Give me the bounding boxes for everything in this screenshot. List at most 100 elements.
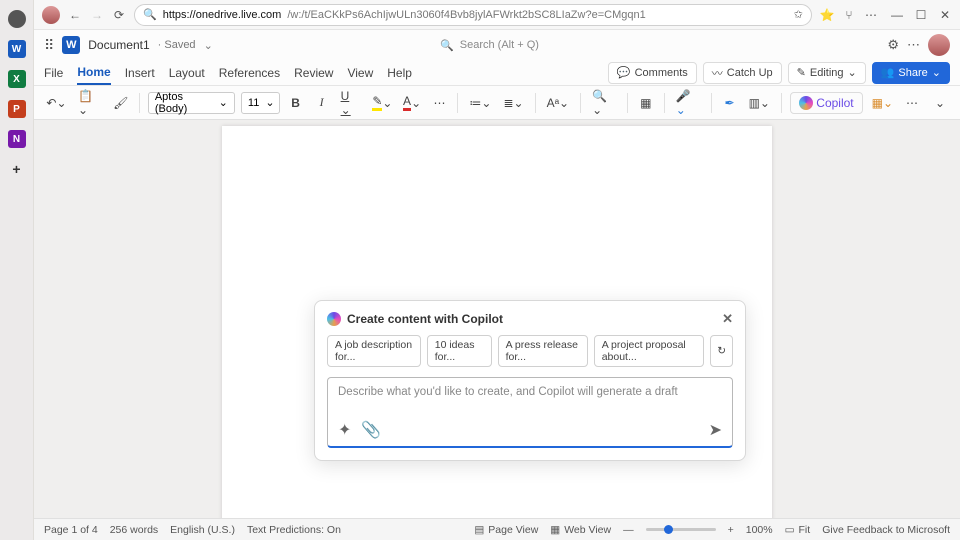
underline-button[interactable]: U ⌄	[338, 92, 364, 114]
comments-button[interactable]: 💬 Comments	[608, 62, 697, 84]
tab-review[interactable]: Review	[294, 62, 333, 84]
web-view-button[interactable]: ▦ Web View	[550, 524, 611, 536]
font-more-icon[interactable]: ⋯	[429, 92, 449, 114]
forward-icon: →	[90, 8, 104, 22]
copilot-icon	[327, 312, 341, 326]
feedback-link[interactable]: Give Feedback to Microsoft	[822, 524, 950, 536]
url-path: /w:/t/EaCKkPs6AchIjwULn3060f4Bvb8jylAFWr…	[287, 9, 645, 21]
send-icon[interactable]: ➤	[709, 420, 722, 440]
excel-rail-icon[interactable]: X	[8, 70, 26, 88]
onenote-rail-icon[interactable]: N	[8, 130, 26, 148]
catch-up-button[interactable]: 〰 Catch Up	[703, 62, 782, 84]
save-state[interactable]: · Saved	[158, 39, 196, 51]
collections-icon[interactable]: ⑂	[842, 8, 856, 22]
font-name-select[interactable]: Aptos (Body)⌄	[148, 92, 235, 114]
document-canvas: Create content with Copilot ✕ A job desc…	[34, 120, 960, 518]
attach-icon[interactable]: 📎	[361, 420, 381, 440]
collapse-ribbon-icon[interactable]: ⌄	[930, 92, 950, 114]
settings-gear-icon[interactable]: ⚙	[887, 37, 899, 53]
search-placeholder: Search (Alt + Q)	[460, 39, 539, 51]
main-window: ← → ⟳ 🔍 https://onedrive.live.com/w:/t/E…	[34, 0, 960, 540]
bullets-button[interactable]: ≔⌄	[466, 92, 494, 114]
search-icon: 🔍	[440, 39, 454, 52]
zoom-slider[interactable]	[646, 528, 716, 531]
refresh-icon[interactable]: ⟳	[112, 8, 126, 22]
word-rail-icon[interactable]: W	[8, 40, 26, 58]
title-chevron-icon[interactable]: ⌄	[204, 39, 213, 52]
bold-button[interactable]: B	[286, 92, 306, 114]
window-maximize-icon[interactable]: ☐	[914, 8, 928, 22]
suggestion-chip[interactable]: 10 ideas for...	[427, 335, 492, 367]
account-avatar-icon[interactable]	[928, 34, 950, 56]
tab-view[interactable]: View	[347, 62, 373, 84]
document-title[interactable]: Document1	[88, 38, 149, 52]
editor-button[interactable]: ✒	[720, 92, 740, 114]
find-button[interactable]: 🔍⌄	[589, 92, 619, 114]
tab-insert[interactable]: Insert	[125, 62, 155, 84]
copilot-popup-title: Create content with Copilot	[347, 312, 503, 326]
zoom-level[interactable]: 100%	[746, 524, 773, 536]
window-close-icon[interactable]: ✕	[938, 8, 952, 22]
address-bar[interactable]: 🔍 https://onedrive.live.com/w:/t/EaCKkPs…	[134, 4, 812, 26]
status-bar: Page 1 of 4 256 words English (U.S.) Tex…	[34, 518, 960, 540]
header-more-icon[interactable]: ⋯	[907, 37, 920, 53]
word-logo-icon: W	[62, 36, 80, 54]
page-count[interactable]: Page 1 of 4	[44, 524, 98, 536]
copilot-icon	[799, 96, 813, 110]
styles-button[interactable]: Aᵃ⌄	[544, 92, 573, 114]
lock-icon: 🔍	[143, 8, 157, 21]
addins-button[interactable]: ▥⌄	[746, 92, 773, 114]
refresh-suggestions-icon[interactable]: ↻	[710, 335, 733, 367]
favorite-icon[interactable]: ⭐	[820, 8, 834, 22]
language-status[interactable]: English (U.S.)	[170, 524, 235, 536]
powerpoint-rail-icon[interactable]: P	[8, 100, 26, 118]
close-icon[interactable]: ✕	[722, 311, 733, 327]
add-app-icon[interactable]: +	[8, 160, 26, 178]
tab-layout[interactable]: Layout	[169, 62, 205, 84]
page-view-button[interactable]: ▤ Page View	[474, 524, 538, 536]
reader-icon[interactable]: ✩	[794, 8, 803, 21]
profile-avatar-icon[interactable]	[42, 6, 60, 24]
app-launcher-icon[interactable]: ⠿	[44, 37, 54, 54]
copilot-prompt-box[interactable]: Describe what you'd like to create, and …	[327, 377, 733, 448]
ribbon-tabs: File Home Insert Layout References Revie…	[34, 60, 960, 86]
zoom-in-icon[interactable]: +	[728, 524, 734, 536]
ribbon-toolbar: ↶⌄ 📋⌄ 🖌 Aptos (Body)⌄ 11⌄ B I U ⌄ ✎⌄ A⌄ …	[34, 86, 960, 120]
edge-icon[interactable]	[8, 10, 26, 28]
tab-file[interactable]: File	[44, 62, 63, 84]
share-button[interactable]: 👥 Share ⌄	[872, 62, 950, 84]
fit-button[interactable]: ▭ Fit	[785, 524, 811, 536]
italic-button[interactable]: I	[312, 92, 332, 114]
dictate-button[interactable]: 🎤⌄	[673, 92, 703, 114]
highlight-button[interactable]: ✎⌄	[370, 92, 395, 114]
copilot-draft-popup: Create content with Copilot ✕ A job desc…	[314, 300, 746, 461]
tab-help[interactable]: Help	[387, 62, 412, 84]
format-painter-button[interactable]: 🖌	[111, 92, 131, 114]
zoom-out-icon[interactable]: —	[623, 524, 634, 536]
window-minimize-icon[interactable]: —	[890, 8, 904, 22]
word-count[interactable]: 256 words	[110, 524, 158, 536]
search-box[interactable]: 🔍 Search (Alt + Q)	[440, 39, 660, 52]
font-color-button[interactable]: A⌄	[401, 92, 424, 114]
suggestion-chip[interactable]: A job description for...	[327, 335, 421, 367]
url-host: https://onedrive.live.com	[163, 9, 282, 21]
font-size-select[interactable]: 11⌄	[241, 92, 280, 114]
undo-button[interactable]: ↶⌄	[44, 92, 69, 114]
copilot-ribbon-button[interactable]: Copilot	[790, 92, 863, 114]
copilot-prompt-input[interactable]: Describe what you'd like to create, and …	[338, 386, 722, 406]
tab-home[interactable]: Home	[77, 61, 110, 85]
suggestion-chip[interactable]: A project proposal about...	[594, 335, 704, 367]
tab-references[interactable]: References	[219, 62, 280, 84]
ribbon-overflow-icon[interactable]: ⋯	[902, 92, 922, 114]
designer-button[interactable]: ▦	[636, 92, 656, 114]
paste-button[interactable]: 📋⌄	[75, 92, 105, 114]
browser-menu-icon[interactable]: ⋯	[864, 8, 878, 22]
sparkle-icon[interactable]: ✦	[338, 420, 351, 440]
suggestion-chip[interactable]: A press release for...	[498, 335, 588, 367]
apps-button[interactable]: ▦⌄	[869, 92, 896, 114]
editing-mode-button[interactable]: ✎ Editing ⌄	[788, 62, 866, 84]
windows-app-rail: W X P N +	[0, 0, 34, 540]
numbering-button[interactable]: ≣⌄	[500, 92, 526, 114]
back-icon[interactable]: ←	[68, 8, 82, 22]
text-predictions-status[interactable]: Text Predictions: On	[247, 524, 341, 536]
